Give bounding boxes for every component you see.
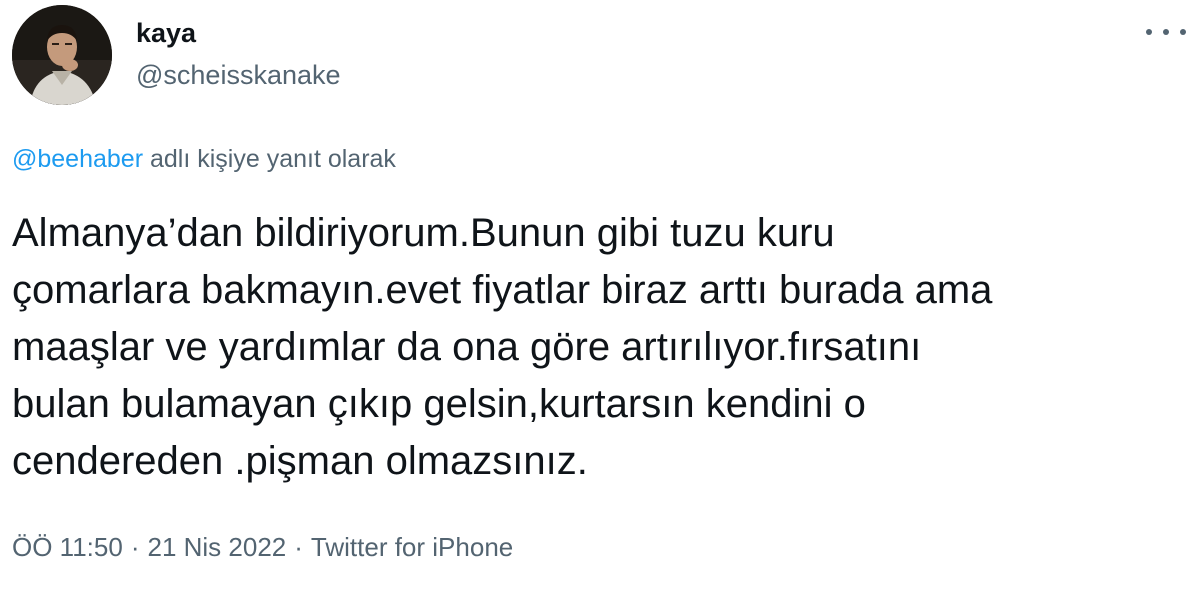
username-handle[interactable]: @scheisskanake <box>136 59 341 91</box>
reply-mention-link[interactable]: @beehaber <box>12 145 143 173</box>
tweet-text-line: maaşlar ve yardımlar da ona göre artırıl… <box>12 325 922 369</box>
tweet-time[interactable]: ÖÖ 11:50 <box>12 532 123 562</box>
tweet-text-line: bulan bulamayan çıkıp gelsin,kurtarsın k… <box>12 382 866 426</box>
display-name[interactable]: kaya <box>136 17 196 49</box>
tweet-text-line: Almanya’dan bildiriyorum.Bunun gibi tuzu… <box>12 211 835 255</box>
meta-separator: · <box>130 532 140 562</box>
more-horizontal-icon-dot <box>1163 29 1169 35</box>
more-options-button[interactable] <box>1146 22 1186 42</box>
more-horizontal-icon-dot <box>1180 29 1186 35</box>
avatar[interactable] <box>12 5 112 105</box>
tweet-metadata: ÖÖ 11:50 · 21 Nis 2022 · Twitter for iPhone <box>12 530 513 564</box>
reply-suffix: adlı kişiye yanıt olarak <box>143 145 396 173</box>
tweet-text-line: çomarlara bakmayın.evet fiyatlar biraz a… <box>12 268 993 312</box>
tweet-date[interactable]: 21 Nis 2022 <box>147 532 286 562</box>
meta-separator: · <box>294 532 303 562</box>
avatar-image <box>12 5 112 105</box>
tweet-text-line: cendereden .pişman olmazsınız. <box>12 439 588 483</box>
tweet-text: Almanya’dan bildiriyorum.Bunun gibi tuzu… <box>12 205 1192 490</box>
replying-to-line: @beehaber adlı kişiye yanıt olarak <box>12 143 396 175</box>
tweet-card: kaya @scheisskanake @beehaber adlı kişiy… <box>0 0 1200 594</box>
tweet-source[interactable]: Twitter for iPhone <box>311 532 513 562</box>
more-horizontal-icon <box>1146 29 1152 35</box>
